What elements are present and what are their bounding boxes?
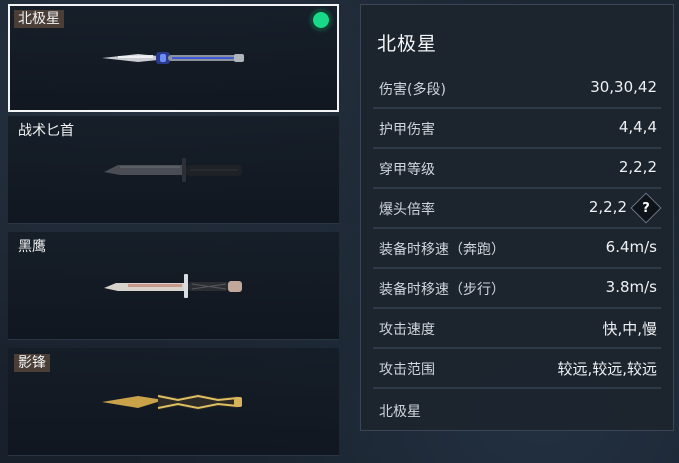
stat-value: 2,2,2 bbox=[618, 158, 657, 176]
stat-label: 装备时移速（步行） bbox=[379, 282, 505, 298]
stat-row-armor-damage: 护甲伤害 4,4,4 bbox=[373, 109, 661, 149]
polaris-knife-icon bbox=[102, 52, 244, 64]
stat-label: 护甲伤害 bbox=[379, 122, 435, 138]
help-icon[interactable]: ? bbox=[630, 192, 662, 224]
stat-label: 装备时移速（奔跑） bbox=[379, 242, 505, 258]
black-hawk-knife-icon bbox=[104, 274, 242, 298]
tactical-dagger-icon bbox=[104, 158, 242, 182]
stat-row-walk-speed: 装备时移速（步行） 3.8m/s bbox=[373, 269, 661, 309]
stat-value: 快,中,慢 bbox=[602, 320, 657, 338]
detail-title: 北极星 bbox=[377, 33, 438, 55]
stat-label: 攻击速度 bbox=[379, 322, 435, 338]
stat-value: 4,4,4 bbox=[618, 118, 657, 136]
stat-label: 攻击范围 bbox=[379, 362, 435, 378]
stat-row-penetration: 穿甲等级 2,2,2 bbox=[373, 149, 661, 189]
stat-row-attack-range: 攻击范围 较远,较远,较远 bbox=[373, 349, 661, 389]
help-icon-glyph: ? bbox=[642, 200, 650, 216]
stat-value: 2,2,2 bbox=[588, 198, 627, 216]
weapon-card-polaris[interactable]: 北极星 bbox=[8, 4, 339, 112]
stat-label: 爆头倍率 bbox=[379, 202, 435, 218]
weapon-name: 影锋 bbox=[14, 354, 50, 372]
stat-row-attack-speed: 攻击速度 快,中,慢 bbox=[373, 309, 661, 349]
shadow-edge-knife-icon bbox=[102, 394, 242, 410]
weapon-name: 黑鹰 bbox=[18, 239, 46, 255]
stat-row-damage: 伤害(多段) 30,30,42 bbox=[373, 69, 661, 109]
stat-row-headshot: 爆头倍率 2,2,2 ? bbox=[373, 189, 662, 229]
stat-value: 30,30,42 bbox=[590, 78, 657, 96]
weapon-card-shadow-edge[interactable]: 影锋 bbox=[8, 348, 339, 456]
owned-indicator-icon bbox=[313, 12, 329, 28]
stat-label: 穿甲等级 bbox=[379, 162, 435, 178]
stat-value: 较远,较远,较远 bbox=[557, 360, 657, 378]
weapon-card-tactical-dagger[interactable]: 战术匕首 bbox=[8, 116, 339, 224]
stat-value: 3.8m/s bbox=[605, 278, 657, 296]
weapon-detail-panel: 北极星 伤害(多段) 30,30,42 护甲伤害 4,4,4 穿甲等级 2,2,… bbox=[360, 4, 674, 431]
weapon-name: 北极星 bbox=[14, 10, 64, 28]
weapon-name: 战术匕首 bbox=[18, 123, 74, 139]
stat-row-run-speed: 装备时移速（奔跑） 6.4m/s bbox=[373, 229, 661, 269]
stat-label: 伤害(多段) bbox=[379, 82, 446, 98]
stat-value: 6.4m/s bbox=[605, 238, 657, 256]
weapon-card-black-hawk[interactable]: 黑鹰 bbox=[8, 232, 339, 340]
detail-footer-name: 北极星 bbox=[379, 404, 421, 420]
